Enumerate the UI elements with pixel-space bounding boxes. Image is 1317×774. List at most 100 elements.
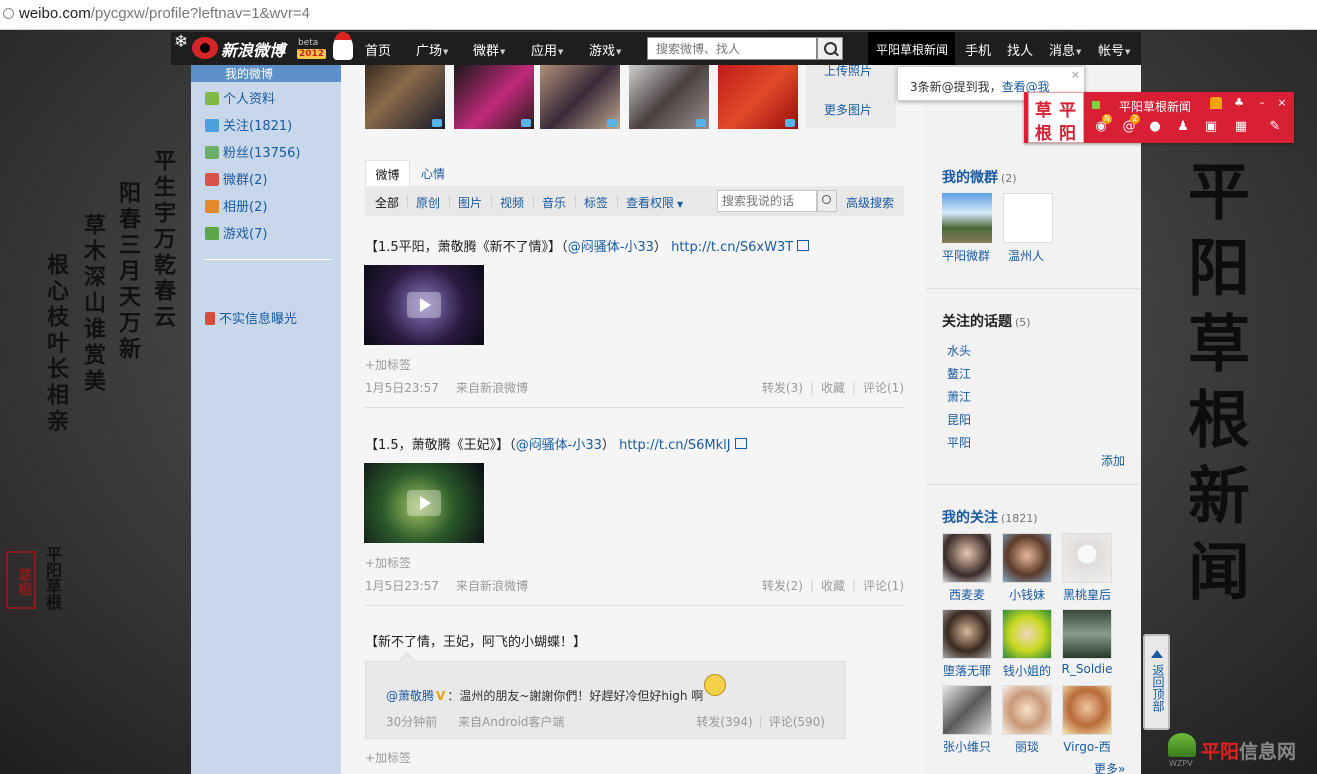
video-link-icon[interactable] [797,240,810,251]
nav-user[interactable]: 平阳草根新闻 [868,32,955,65]
post-mention-link[interactable]: @闷骚体-小33 [516,438,602,453]
photo-thumb[interactable] [365,65,445,129]
post-time[interactable]: 1月5日23:57 [365,379,439,396]
sidebar-item-following[interactable]: 关注(1821) [205,115,341,135]
nav-mobile[interactable]: 手机 [965,40,991,59]
apps-grid-icon[interactable]: ▦ [1232,119,1250,135]
follow-name[interactable]: 丽琰 [997,738,1057,755]
sidebar-item-profile[interactable]: 个人资料 [205,88,341,108]
nav-find-people[interactable]: 找人 [1007,40,1033,59]
filter-tags[interactable]: 标签 [584,194,608,211]
avatar[interactable]: 草 平 根 阳 [1028,92,1084,144]
more-follows-link[interactable]: 更多» [1094,760,1125,774]
topic-item[interactable]: 萧江 [947,388,971,405]
reposted-time[interactable]: 30分钟前 [386,713,437,730]
avatar[interactable] [1002,685,1052,735]
follow-name[interactable]: 黑桃皇后 [1057,586,1117,603]
calligraphy-image[interactable] [1003,193,1053,243]
chat-icon[interactable]: ● [1146,119,1164,135]
topic-item[interactable]: 鳌江 [947,365,971,382]
reposted-user-link[interactable]: @萧敬腾 [386,689,434,703]
my-follows-title[interactable]: 我的关注 (1821) [942,507,1038,527]
close-icon[interactable]: × [1276,97,1288,109]
contacts-icon[interactable]: ♟ [1174,119,1192,135]
edit-icon[interactable]: ✎ [1266,119,1284,135]
avatar[interactable] [1062,685,1112,735]
sidebar-item-report[interactable]: 不实信息曝光 [205,308,341,328]
post-short-link[interactable]: http://t.cn/S6xW3T [671,240,793,255]
post-video-thumb[interactable] [364,463,484,543]
repost-button[interactable]: 转发(3) [762,381,803,395]
filter-music[interactable]: 音乐 [542,194,566,211]
add-tag-link[interactable]: +加标签 [365,554,411,571]
photo-thumb[interactable] [540,65,620,129]
add-tag-link[interactable]: +加标签 [365,356,411,373]
sidebar-item-album[interactable]: 相册(2) [205,196,341,216]
filter-all[interactable]: 全部 [375,194,399,211]
tab-mood[interactable]: 心情 [421,160,445,186]
avatar[interactable] [942,609,992,659]
nav-account[interactable]: 帐号▼ [1098,40,1130,59]
post-video-thumb[interactable] [364,265,484,345]
filter-original[interactable]: 原创 [416,194,440,211]
filter-images[interactable]: 图片 [458,194,482,211]
avatar[interactable] [942,685,992,735]
photo-thumb[interactable] [718,65,798,129]
favorite-button[interactable]: 收藏 [821,381,845,395]
avatar[interactable] [1062,609,1112,659]
reposted-comment-button[interactable]: 评论(590) [769,715,825,729]
topic-item[interactable]: 水头 [947,342,971,359]
at-icon[interactable]: @2 [1120,114,1140,135]
browser-address-bar[interactable]: weibo.com/pycgxw/profile?leftnav=1&wvr=4 [0,0,1317,30]
photo-thumb[interactable] [454,65,534,129]
post-mention-link[interactable]: @闷骚体-小33 [568,240,654,255]
filter-privacy[interactable]: 查看权限 ▼ [626,194,683,211]
add-tag-link[interactable]: +加标签 [365,749,411,766]
nav-apps[interactable]: 应用▼ [531,40,563,59]
sidebar-item-fans[interactable]: 粉丝(13756) [205,142,341,162]
weibo-icon[interactable]: ◉ N [1092,114,1112,135]
play-icon[interactable] [407,490,441,516]
nav-messages[interactable]: 消息▼ [1049,40,1081,59]
back-to-top-button[interactable]: 返回顶部 [1143,634,1170,730]
follow-name[interactable]: 张小维只 [937,738,997,755]
sidebar-item-games[interactable]: 游戏(7) [205,223,341,243]
group-item-pingyang[interactable]: 平阳微群 [942,247,990,264]
follow-name[interactable]: 钱小姐的 [997,662,1057,679]
bear-icon[interactable]: ♣ [1233,97,1245,109]
topic-item[interactable]: 昆阳 [947,411,971,428]
reposted-repost-button[interactable]: 转发(394) [696,715,752,729]
favorite-button[interactable]: 收藏 [821,579,845,593]
avatar[interactable] [1002,609,1052,659]
follow-name[interactable]: R_Soldie [1057,662,1117,676]
post-time[interactable]: 1月5日23:57 [365,577,439,594]
avatar[interactable] [942,533,992,583]
url-text[interactable]: weibo.com/pycgxw/profile?leftnav=1&wvr=4 [19,5,310,22]
tab-weibo[interactable]: 微博 [365,160,410,186]
weibo-logo[interactable]: ❄ 新浪微博 beta 2012 [171,32,357,65]
sidebar-item-groups[interactable]: 微群(2) [205,169,341,189]
repost-button[interactable]: 转发(2) [762,579,803,593]
follow-name[interactable]: 堕落无罪 [937,662,997,679]
landscape-image[interactable] [942,193,992,243]
video-link-icon[interactable] [734,438,747,449]
close-icon[interactable]: × [1071,68,1080,81]
follow-name[interactable]: 小钱妹 [997,586,1057,603]
filter-videos[interactable]: 视频 [500,194,524,211]
follow-name[interactable]: 西麦麦 [937,586,997,603]
more-photos-link[interactable]: 更多图片 [824,101,872,118]
play-icon[interactable] [407,292,441,318]
follow-name[interactable]: Virgo-西 [1057,738,1117,755]
verified-badge-icon[interactable]: V [436,689,445,703]
photo-thumb[interactable] [629,65,709,129]
my-groups-title[interactable]: 我的微群 (2) [942,167,1017,187]
search-icon[interactable] [817,37,843,60]
nav-home[interactable]: 首页 [365,40,391,59]
my-posts-search-input[interactable] [718,191,816,211]
group-chat-icon[interactable]: ▣ [1202,119,1220,135]
comment-button[interactable]: 评论(1) [863,579,904,593]
topic-item[interactable]: 平阳 [947,434,971,451]
avatar[interactable] [1062,533,1112,583]
nav-groups[interactable]: 微群▼ [473,40,505,59]
sidebar-item-my-weibo[interactable]: 我的微博 [191,65,341,82]
